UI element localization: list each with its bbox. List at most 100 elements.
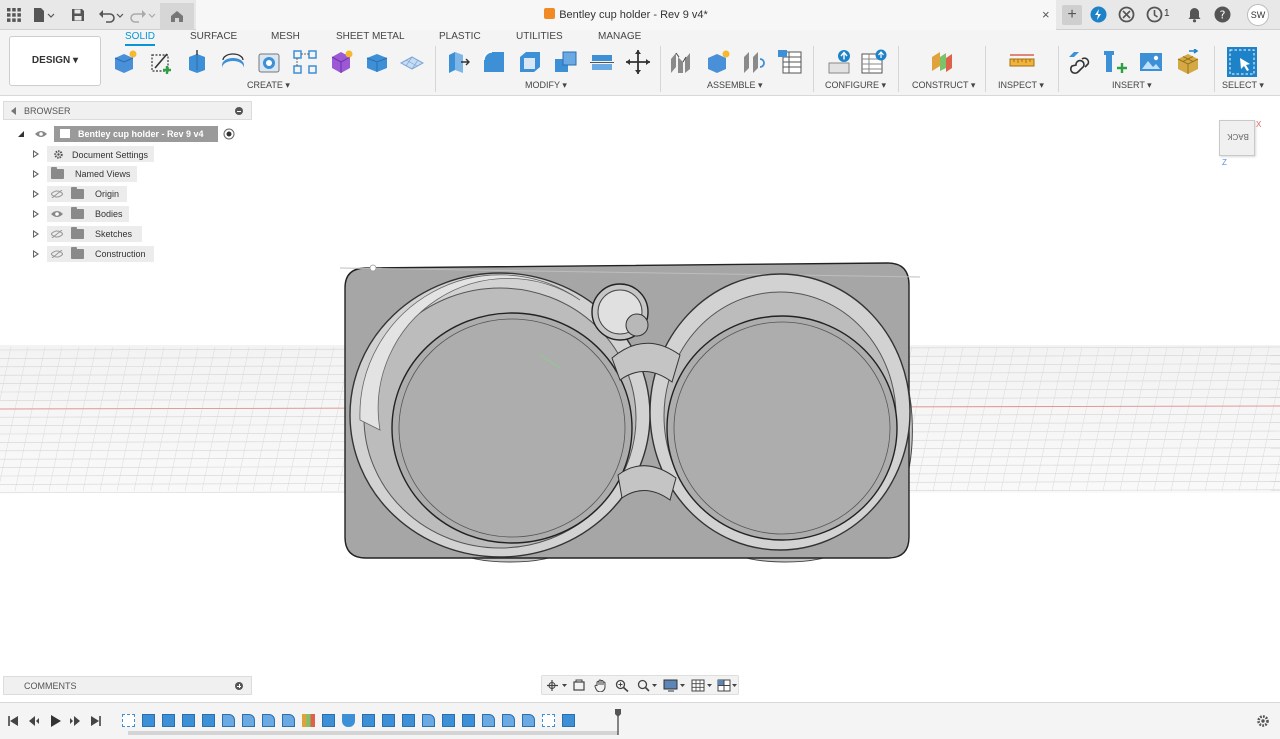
activate-component-icon[interactable] [223, 128, 235, 140]
change-parameters-icon[interactable] [827, 49, 855, 75]
timeline-sketch-feature-icon[interactable] [542, 714, 555, 727]
user-avatar[interactable]: SW [1247, 4, 1269, 26]
browser-item-named-views[interactable]: Named Views [33, 166, 233, 182]
viewports-icon[interactable] [717, 679, 739, 692]
timeline-settings-gear-icon[interactable] [1256, 714, 1270, 728]
timeline-body-feature-icon[interactable] [402, 714, 415, 727]
assemble-group-label[interactable]: ASSEMBLE ▾ [707, 80, 763, 91]
view-cube[interactable]: BACK [1219, 120, 1255, 156]
pattern-icon[interactable] [292, 49, 318, 75]
timeline-body-feature-icon[interactable] [322, 714, 335, 727]
timeline-fillet-feature-icon[interactable] [262, 714, 275, 727]
visibility-eye-icon[interactable] [35, 130, 47, 138]
app-grid-icon[interactable] [6, 7, 22, 23]
create-sketch-icon[interactable] [149, 49, 175, 75]
move-icon[interactable] [625, 49, 651, 75]
expand-arrow-icon[interactable] [33, 170, 39, 178]
comments-panel[interactable]: COMMENTS [3, 676, 252, 695]
timeline-body-feature-icon[interactable] [202, 714, 215, 727]
timeline-body-feature-icon[interactable] [142, 714, 155, 727]
redo-icon[interactable] [130, 7, 156, 23]
step-back-icon[interactable] [28, 715, 40, 727]
collapse-panel-icon[interactable] [11, 107, 16, 115]
shell-icon[interactable] [517, 49, 543, 75]
browser-item-sketches[interactable]: Sketches [33, 226, 233, 242]
joint-icon[interactable] [669, 49, 695, 75]
as-built-joint-icon[interactable] [741, 49, 767, 75]
visibility-eye-icon[interactable] [51, 210, 63, 218]
modify-group-label[interactable]: MODIFY ▾ [525, 80, 567, 91]
configure-table-icon[interactable] [861, 49, 889, 75]
timeline-fillet-feature-icon[interactable] [282, 714, 295, 727]
timeline-fillet-feature-icon[interactable] [482, 714, 495, 727]
select-icon[interactable] [1226, 46, 1258, 78]
cup-holder-body[interactable] [339, 262, 921, 563]
construct-group-label[interactable]: CONSTRUCT ▾ [912, 80, 975, 91]
inspect-group-label[interactable]: INSPECT ▾ [998, 80, 1044, 91]
step-forward-icon[interactable] [69, 715, 81, 727]
browser-root-node[interactable]: Bentley cup holder - Rev 9 v4 [17, 126, 242, 142]
timeline-body-feature-icon[interactable] [562, 714, 575, 727]
tab-mesh[interactable]: MESH [271, 31, 300, 42]
timeline-hole-feature-icon[interactable] [342, 714, 355, 727]
hole-icon[interactable] [256, 49, 282, 75]
combine-icon[interactable] [553, 49, 579, 75]
play-icon[interactable] [49, 715, 61, 727]
view-cube-face[interactable]: BACK [1220, 132, 1256, 141]
create-group-label[interactable]: CREATE ▾ [247, 80, 290, 91]
timeline-body-feature-icon[interactable] [182, 714, 195, 727]
zoom-icon[interactable] [615, 679, 629, 692]
timeline-body-feature-icon[interactable] [362, 714, 375, 727]
workspace-switcher[interactable]: DESIGN ▾ [9, 36, 101, 86]
insert-mesh-icon[interactable] [1175, 49, 1201, 75]
grid-settings-icon[interactable] [691, 679, 715, 692]
form-icon[interactable] [328, 49, 354, 75]
expand-arrow-icon[interactable] [33, 190, 39, 198]
pan-hand-icon[interactable] [594, 679, 608, 692]
browser-item-construction[interactable]: Construction [33, 246, 233, 262]
document-tab[interactable]: Bentley cup holder - Rev 9 v4* × [196, 0, 1056, 30]
insert-derive-icon[interactable] [1067, 49, 1093, 75]
insert-canvas-icon[interactable] [1138, 49, 1164, 75]
timeline-track[interactable] [128, 731, 618, 735]
revolve-icon[interactable] [220, 49, 246, 75]
timeline-fillet-feature-icon[interactable] [502, 714, 515, 727]
timeline-fillet-feature-icon[interactable] [522, 714, 535, 727]
close-tab-button[interactable]: × [1042, 8, 1050, 21]
tab-utilities[interactable]: UTILITIES [516, 31, 563, 42]
timeline-fillet-feature-icon[interactable] [242, 714, 255, 727]
minimize-browser-icon[interactable] [235, 107, 243, 115]
home-tab[interactable] [160, 3, 194, 30]
browser-item-document-settings[interactable]: Document Settings [33, 146, 233, 162]
fit-zoom-icon[interactable] [637, 679, 659, 692]
timeline-fillet-feature-icon[interactable] [422, 714, 435, 727]
browser-panel-header[interactable]: BROWSER [3, 101, 252, 120]
hidden-eye-icon[interactable] [51, 250, 63, 258]
undo-icon[interactable] [98, 7, 124, 23]
select-group-label[interactable]: SELECT ▾ [1222, 80, 1264, 91]
new-component-assemble-icon[interactable] [705, 49, 731, 75]
root-component-label[interactable]: Bentley cup holder - Rev 9 v4 [54, 126, 218, 142]
hidden-eye-icon[interactable] [51, 230, 63, 238]
timeline-body-feature-icon[interactable] [382, 714, 395, 727]
timeline-body-feature-icon[interactable] [162, 714, 175, 727]
split-body-icon[interactable] [589, 49, 615, 75]
browser-item-origin[interactable]: Origin [33, 186, 233, 202]
timeline-body-feature-icon[interactable] [442, 714, 455, 727]
mesh-plane-icon[interactable] [399, 49, 425, 75]
expand-arrow-icon[interactable] [33, 210, 39, 218]
hidden-eye-icon[interactable] [51, 190, 63, 198]
notifications-icon[interactable] [1186, 6, 1203, 23]
expand-arrow-icon[interactable] [33, 150, 39, 158]
go-to-start-icon[interactable] [7, 715, 19, 727]
help-icon[interactable]: ? [1214, 6, 1231, 23]
box-icon[interactable] [364, 49, 390, 75]
save-icon[interactable] [70, 7, 86, 23]
collapse-arrow-icon[interactable] [17, 130, 25, 138]
new-component-icon[interactable] [112, 49, 138, 75]
expand-arrow-icon[interactable] [33, 250, 39, 258]
browser-item-bodies[interactable]: Bodies [33, 206, 233, 222]
new-tab-button[interactable]: + [1062, 5, 1082, 25]
measure-icon[interactable] [1009, 49, 1035, 75]
timeline-sketch-feature-icon[interactable] [122, 714, 135, 727]
